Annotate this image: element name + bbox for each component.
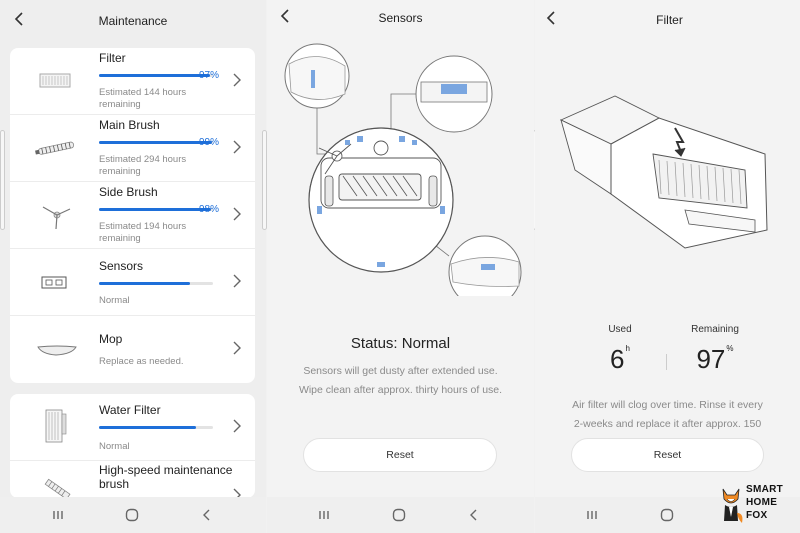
sensor-icon	[41, 276, 67, 289]
progress-fill	[99, 208, 211, 211]
filter-icon	[39, 73, 71, 88]
chevron-right-icon	[233, 140, 241, 154]
item-status: Estimated 144 hours remaining	[99, 87, 187, 110]
item-status: Estimated 194 hours remaining	[99, 221, 187, 244]
page-title: Maintenance	[98, 14, 168, 28]
topbar: Filter	[535, 0, 800, 40]
progress-fill	[99, 74, 210, 77]
system-nav-bar	[0, 497, 266, 533]
item-status: Estimated 294 hours remaining	[99, 154, 187, 177]
recent-apps-icon[interactable]	[50, 507, 66, 523]
description-line: Sensors will get dusty after extended us…	[303, 365, 498, 377]
list-item-main-brush[interactable]: Main Brush 99% Estimated 294 hours remai…	[10, 115, 255, 182]
chevron-right-icon	[233, 274, 241, 288]
topbar: Sensors	[267, 0, 534, 40]
description-line: Wipe clean after approx. thirty hours of…	[298, 384, 503, 396]
item-percent: 98%	[199, 204, 220, 215]
item-status: Normal	[99, 295, 130, 306]
sensors-screen: Sensors Status: Normal Sensors will get …	[267, 0, 534, 533]
maintenance-card: Filter 97% Estimated 144 hours remaining…	[10, 48, 255, 383]
remaining-label: Remaining	[691, 324, 739, 335]
mop-icon	[37, 345, 77, 356]
list-item-maintenance-brush[interactable]: High-speed maintenance brush	[10, 461, 255, 498]
progress-fill	[99, 426, 196, 429]
recent-apps-icon[interactable]	[584, 507, 600, 523]
used-label: Used	[608, 324, 632, 335]
water-filter-icon	[45, 409, 67, 443]
topbar: Maintenance	[0, 0, 266, 40]
maintenance-card-2: Water Filter Normal High-speed maintenan…	[10, 394, 255, 498]
home-icon[interactable]	[391, 507, 407, 523]
recent-apps-icon[interactable]	[316, 507, 332, 523]
remaining-number: 97	[696, 344, 726, 374]
page-title: Sensors	[378, 11, 423, 25]
chevron-right-icon	[233, 341, 241, 355]
item-name: High-speed maintenance brush	[99, 463, 233, 491]
robot-sensors-diagram	[284, 43, 522, 296]
item-status: Normal	[99, 441, 130, 452]
reset-button[interactable]: Reset	[571, 438, 764, 472]
item-percent: 99%	[199, 137, 220, 148]
progress-bar	[99, 74, 213, 77]
used-value: 6h	[590, 344, 650, 375]
used-number: 6	[610, 344, 625, 374]
fox-icon	[722, 488, 743, 523]
edge-handle	[0, 130, 5, 230]
progress-bar	[99, 208, 213, 211]
list-item-sensors[interactable]: Sensors Normal	[10, 249, 255, 316]
filter-screen: Filter Used 6h Remaining 97% Air filter …	[535, 0, 800, 533]
list-item-mop[interactable]: Mop Replace as needed.	[10, 316, 255, 383]
progress-bar	[99, 426, 213, 429]
used-unit: h	[625, 344, 630, 353]
maintenance-brush-icon	[44, 478, 71, 498]
maintenance-screen: Maintenance Filter 97% Estimated 144 hou…	[0, 0, 266, 533]
item-status: Replace as needed.	[99, 356, 184, 367]
sensor-status: Status: Normal	[350, 335, 451, 352]
nav-back-icon[interactable]	[199, 507, 215, 523]
item-name: Filter	[99, 51, 126, 65]
list-item-filter[interactable]: Filter 97% Estimated 144 hours remaining	[10, 48, 255, 115]
item-name: Side Brush	[99, 185, 158, 199]
list-item-water-filter[interactable]: Water Filter Normal	[10, 394, 255, 461]
item-percent: 97%	[199, 70, 220, 81]
remaining-value: 97%	[680, 344, 750, 375]
logo-text: SMART HOME FOX	[746, 483, 783, 522]
page-title: Filter	[656, 13, 683, 27]
item-name: Sensors	[99, 259, 144, 273]
progress-bar	[99, 282, 213, 285]
item-name: Water Filter	[99, 403, 161, 417]
sensor-description: Sensors will get dusty after extended us…	[267, 362, 534, 400]
item-name: Mop	[99, 332, 123, 346]
smart-home-fox-logo: SMART HOME FOX	[718, 483, 798, 527]
logo-line: SMART	[746, 484, 784, 495]
description-line: Air filter will clog over time. Rinse it…	[572, 399, 763, 411]
side-brush-icon	[42, 206, 71, 230]
progress-fill	[99, 141, 212, 144]
remaining-unit: %	[726, 344, 734, 353]
logo-line: FOX	[746, 510, 768, 521]
list-item-side-brush[interactable]: Side Brush 98% Estimated 194 hours remai…	[10, 182, 255, 249]
item-name: Main Brush	[99, 118, 160, 132]
progress-fill	[99, 282, 191, 285]
filter-description: Air filter will clog over time. Rinse it…	[535, 396, 800, 434]
logo-line: HOME	[746, 497, 778, 508]
home-icon[interactable]	[659, 507, 675, 523]
chevron-right-icon	[233, 207, 241, 221]
system-nav-bar	[267, 497, 534, 533]
chevron-right-icon	[233, 73, 241, 87]
description-line: 2-weeks and replace it after approx. 150	[573, 418, 762, 430]
filter-diagram	[559, 95, 768, 249]
home-icon[interactable]	[124, 507, 140, 523]
nav-back-icon[interactable]	[466, 507, 482, 523]
reset-button[interactable]: Reset	[303, 438, 497, 472]
main-brush-icon	[35, 141, 75, 155]
progress-bar	[99, 141, 213, 144]
stat-divider	[666, 354, 667, 370]
chevron-right-icon	[233, 419, 241, 433]
